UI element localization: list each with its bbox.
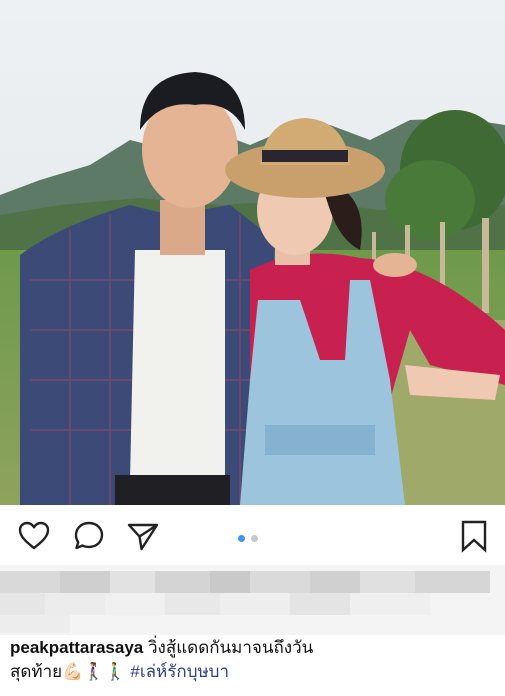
heart-outline-icon[interactable] (17, 519, 51, 553)
post-photo[interactable] (0, 0, 505, 505)
bookmark-icon[interactable] (457, 519, 491, 553)
carousel-indicator (238, 535, 258, 542)
post-action-bar (0, 505, 505, 565)
caption-hashtag[interactable]: #เล่ห์รักบุษบา (130, 662, 229, 681)
redacted-likes-area (0, 565, 505, 635)
caption-username[interactable]: peakpattarasaya (10, 638, 143, 657)
carousel-dot-active[interactable] (238, 535, 245, 542)
post-caption: peakpattarasaya วิ่งสู้แดดกันมาจนถึงวัน … (10, 636, 500, 684)
paper-plane-icon[interactable] (126, 519, 160, 553)
comment-bubble-icon[interactable] (72, 519, 106, 553)
carousel-dot[interactable] (251, 535, 258, 542)
caption-text-line2: สุดท้าย💪🏻🚶‍♀️🚶‍♂️ (10, 662, 126, 681)
caption-text-line1: วิ่งสู้แดดกันมาจนถึงวัน (148, 638, 314, 657)
